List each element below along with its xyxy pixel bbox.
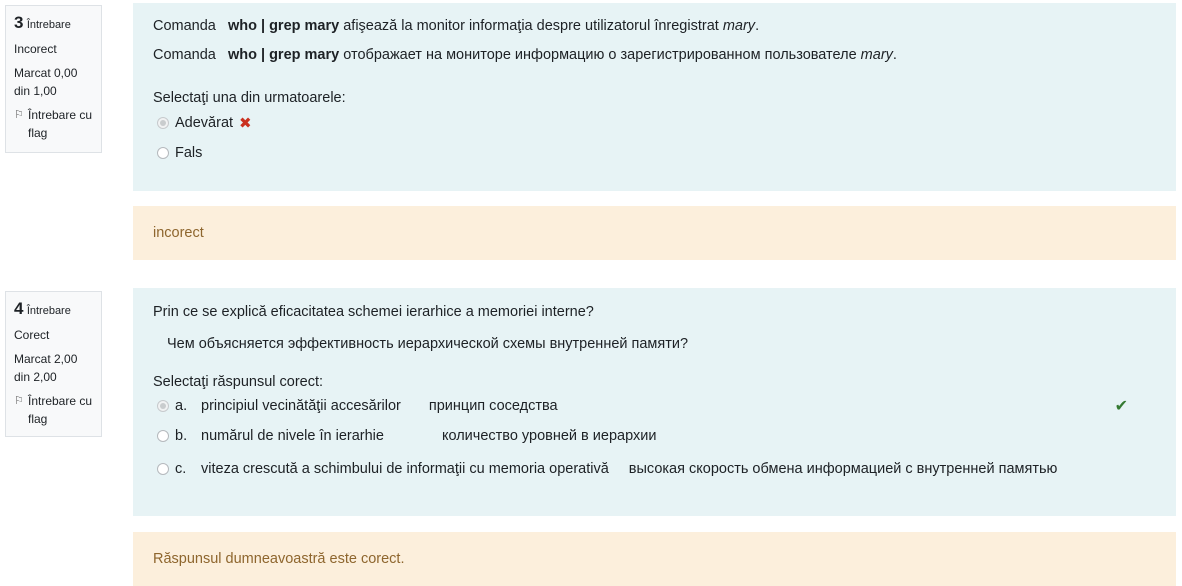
question-text-ru: Comanda who | grep mary отображает на мо…: [153, 41, 1156, 70]
question-word: Întrebare: [26, 19, 71, 31]
question-grade: Marcat 2,00 din 2,00: [14, 352, 78, 384]
question-grade: Marcat 0,00 din 1,00: [14, 66, 78, 98]
text-part: Comanda: [153, 47, 216, 63]
feedback-text: Răspunsul dumneavoastră este corect.: [153, 551, 405, 567]
option-letter: c.: [175, 461, 187, 477]
option-letter: b.: [175, 428, 188, 444]
question-text: Prin ce se explică eficacitatea schemei …: [153, 298, 1156, 362]
question-text: Comanda who | grep mary afişează la moni…: [153, 12, 1156, 70]
radio-button[interactable]: [157, 117, 169, 129]
text-part: .: [755, 18, 760, 34]
question-number-row: 4 Întrebare: [14, 300, 93, 320]
answer-option-b[interactable]: b. numărul de nivele în ierarhie количес…: [153, 419, 1156, 453]
answer-prompt: Selectaţi răspunsul corect:: [153, 374, 324, 390]
username-text: mary: [860, 47, 893, 63]
question-number: 3: [14, 13, 24, 32]
flag-question-link[interactable]: ⚐ Întrebare cu flag: [14, 392, 93, 428]
flag-icon: ⚐: [14, 109, 24, 121]
option-text-ro: viteza crescută a schimbului de informaţ…: [201, 461, 609, 477]
option-text-ro: numărul de nivele în ierarhie: [201, 428, 384, 444]
option-text-ru: принцип соседства: [428, 398, 558, 414]
option-text-ru: количество уровней в иерархии: [441, 428, 657, 444]
question-3-feedback: incorect: [133, 206, 1176, 260]
answer-option-a[interactable]: a. principiul vecinătăţii accesărilor пр…: [153, 393, 1156, 419]
question-word: Întrebare: [26, 305, 71, 317]
radio-button[interactable]: [157, 400, 169, 412]
question-3-info: 3 Întrebare Incorect Marcat 0,00 din 1,0…: [5, 5, 102, 153]
question-number: 4: [14, 299, 24, 318]
option-label: Adevărat: [175, 115, 234, 131]
question-number-row: 3 Întrebare: [14, 14, 93, 34]
option-text-ro: principiul vecinătăţii accesărilor: [201, 398, 401, 414]
text-part: .: [892, 47, 897, 63]
option-label: Fals: [175, 144, 203, 161]
text-part: afişează la monitor informaţia despre ut…: [339, 18, 723, 34]
question-state: Corect: [14, 328, 50, 342]
question-text-ro: Comanda who | grep mary afişează la moni…: [153, 12, 1156, 41]
flag-label: Întrebare cu flag: [28, 108, 93, 140]
option-letter: a.: [175, 398, 188, 414]
command-text: who | grep mary: [227, 18, 340, 34]
answer-prompt: Selectaţi una din urmatoarele:: [153, 90, 346, 106]
question-3-content: Comanda who | grep mary afişează la moni…: [133, 3, 1176, 191]
question-4-info: 4 Întrebare Corect Marcat 2,00 din 2,00 …: [5, 291, 102, 437]
radio-button[interactable]: [157, 430, 169, 442]
username-text: mary: [722, 18, 756, 34]
option-text-ru: высокая скорость обмена информацией с вн…: [628, 461, 1058, 477]
text-part: отображает на мониторе информацию о заре…: [339, 47, 861, 63]
question-state: Incorect: [14, 42, 57, 56]
question-text-ru: Чем объясняется эффективность иерархичес…: [167, 336, 689, 352]
answer-option-true[interactable]: Adevărat ✖: [153, 109, 1156, 137]
flag-label: Întrebare cu flag: [28, 394, 93, 426]
question-4-feedback: Răspunsul dumneavoastră este corect.: [133, 532, 1176, 586]
answer-option-c[interactable]: c. viteza crescută a schimbului de infor…: [153, 453, 1156, 485]
command-text: who | grep mary: [227, 47, 340, 63]
cross-icon: ✖: [239, 115, 252, 132]
radio-button[interactable]: [157, 463, 169, 475]
flag-question-link[interactable]: ⚐ Întrebare cu flag: [14, 106, 93, 142]
answer-option-false[interactable]: Fals: [153, 137, 1156, 168]
check-icon: ✔: [1114, 398, 1128, 415]
question-4-content: Prin ce se explică eficacitatea schemei …: [133, 288, 1176, 516]
radio-button[interactable]: [157, 146, 169, 159]
text-part: Comanda: [153, 18, 216, 34]
question-text-ro: Prin ce se explică eficacitatea schemei …: [153, 304, 594, 320]
flag-icon: ⚐: [14, 395, 24, 407]
feedback-text: incorect: [153, 225, 204, 241]
